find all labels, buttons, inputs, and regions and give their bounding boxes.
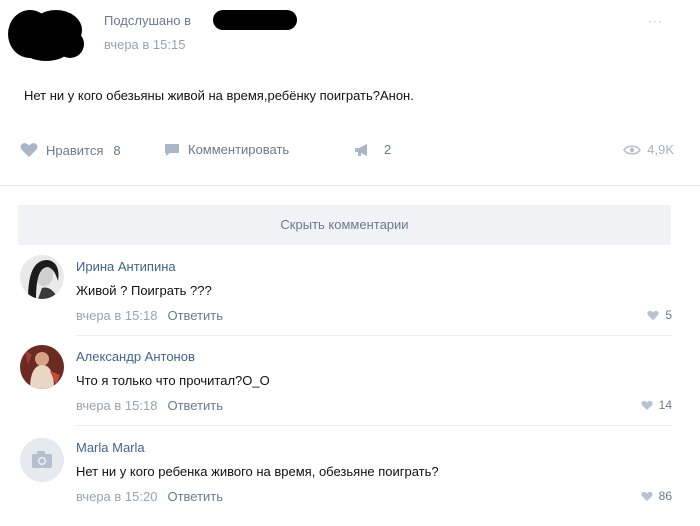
comment-like-count: 86 bbox=[658, 489, 672, 503]
comment-text: Нет ни у кого ребенка живого на время, о… bbox=[76, 464, 439, 479]
comment-meta: вчера в 15:18 Ответить bbox=[76, 308, 223, 323]
eye-icon bbox=[623, 145, 642, 154]
like-label: Нравится bbox=[46, 142, 104, 158]
post-menu-icon[interactable]: ··· bbox=[648, 14, 663, 28]
comment-time[interactable]: вчера в 15:18 bbox=[76, 308, 157, 323]
comment-time[interactable]: вчера в 15:18 bbox=[76, 398, 157, 413]
commenter-avatar[interactable] bbox=[20, 345, 64, 389]
comment-separator bbox=[76, 335, 672, 336]
commenter-name[interactable]: Александр Антонов bbox=[76, 349, 195, 364]
comment-label: Комментировать bbox=[188, 142, 290, 157]
commenter-name[interactable]: Ирина Антипина bbox=[76, 259, 176, 274]
group-avatar-redacted bbox=[8, 10, 84, 61]
comment-item: Marla Marla Нет ни у кого ребенка живого… bbox=[0, 436, 700, 526]
views-counter: 4,9K bbox=[623, 142, 674, 157]
reply-button[interactable]: Ответить bbox=[167, 398, 223, 413]
share-count: 2 bbox=[384, 142, 392, 157]
comment-text: Что я только что прочитал?О_О bbox=[76, 373, 270, 388]
comment-meta: вчера в 15:20 Ответить bbox=[76, 489, 223, 504]
comment-item: Александр Антонов Что я только что прочи… bbox=[0, 345, 700, 435]
author-name-redaction bbox=[213, 10, 297, 30]
heart-icon bbox=[20, 143, 38, 157]
comment-like-button[interactable]: 86 bbox=[641, 489, 672, 503]
comment-like-button[interactable]: 5 bbox=[647, 308, 672, 322]
post-actions: Нравится 8 Комментировать 2 4,9K bbox=[20, 142, 680, 164]
hide-comments-button[interactable]: Скрыть комментарии bbox=[18, 205, 671, 245]
camera-placeholder-icon bbox=[20, 438, 64, 482]
comment-item: Ирина Антипина Живой ? Поиграть ??? вчер… bbox=[0, 255, 700, 345]
comment-separator bbox=[76, 425, 672, 426]
heart-icon bbox=[641, 491, 653, 501]
views-count: 4,9K bbox=[647, 142, 674, 157]
comment-time[interactable]: вчера в 15:20 bbox=[76, 489, 157, 504]
post-card: Подслушано в вчера в 15:15 ··· Нет ни у … bbox=[0, 0, 700, 519]
share-button[interactable]: 2 bbox=[354, 142, 391, 157]
comment-like-button[interactable]: 14 bbox=[641, 398, 672, 412]
share-megaphone-icon bbox=[355, 143, 367, 156]
comment-like-count: 5 bbox=[665, 308, 672, 322]
reply-button[interactable]: Ответить bbox=[167, 489, 223, 504]
commenter-name[interactable]: Marla Marla bbox=[76, 440, 145, 455]
heart-icon bbox=[641, 400, 653, 410]
like-count: 8 bbox=[113, 142, 121, 158]
post-time[interactable]: вчера в 15:15 bbox=[104, 37, 185, 52]
comment-text: Живой ? Поиграть ??? bbox=[76, 283, 212, 298]
reply-button[interactable]: Ответить bbox=[167, 308, 223, 323]
commenter-avatar[interactable] bbox=[20, 255, 64, 299]
heart-icon bbox=[647, 310, 659, 320]
post-author[interactable]: Подслушано в bbox=[104, 13, 191, 28]
comment-icon bbox=[165, 143, 179, 156]
commenter-avatar[interactable] bbox=[20, 438, 64, 482]
comment-like-count: 14 bbox=[658, 398, 672, 412]
divider bbox=[0, 185, 700, 186]
post-text: Нет ни у кого обезьяны живой на время,ре… bbox=[24, 88, 414, 103]
comment-meta: вчера в 15:18 Ответить bbox=[76, 398, 223, 413]
like-button[interactable]: Нравится 8 bbox=[20, 142, 121, 158]
comment-button[interactable]: Комментировать bbox=[164, 142, 289, 157]
